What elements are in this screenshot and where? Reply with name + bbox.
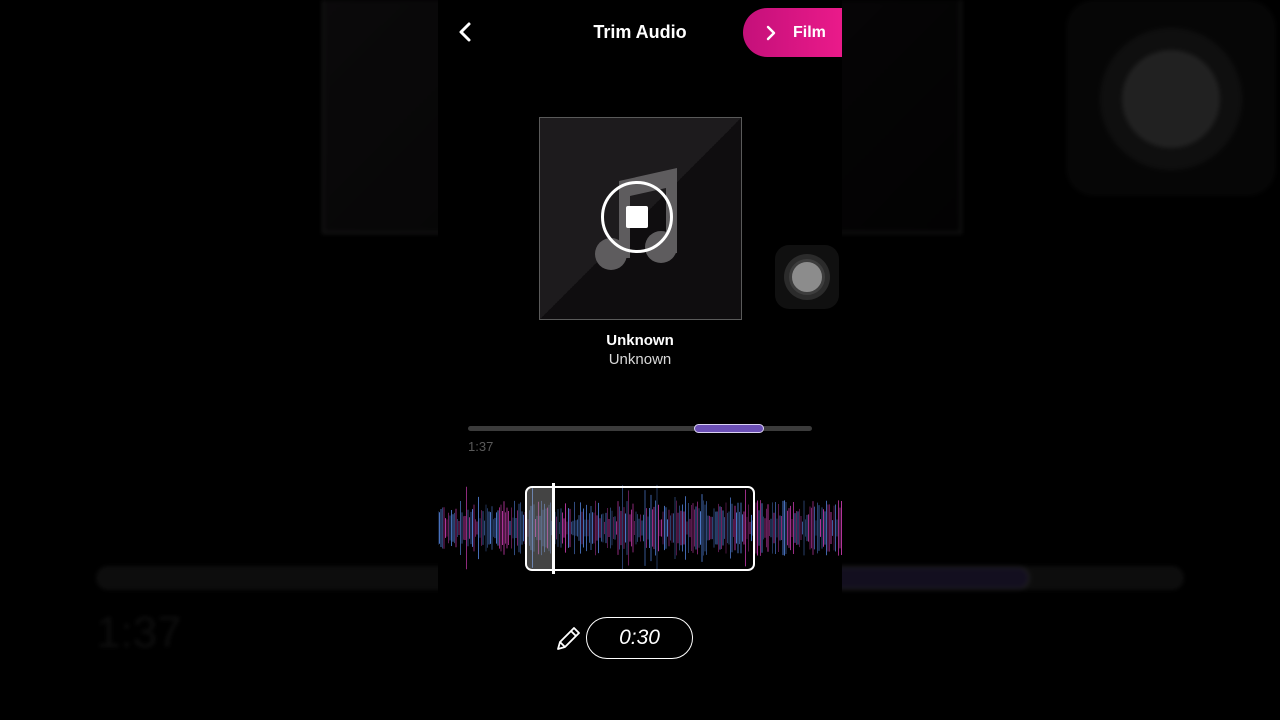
song-artist: Unknown xyxy=(608,351,672,368)
pencil-icon xyxy=(557,627,580,650)
trim-selection-box[interactable] xyxy=(525,486,755,571)
scrubber-window[interactable] xyxy=(694,424,764,433)
background-time-label: 1:37 xyxy=(96,608,182,657)
screen: 1:37 Trim Audio Film Unknown Unknown 1:3… xyxy=(0,0,1280,720)
assistive-touch-button[interactable] xyxy=(775,245,839,309)
playhead[interactable] xyxy=(552,483,555,574)
background-scrub-window xyxy=(830,566,1030,590)
background-assistive-touch-core xyxy=(1122,50,1220,148)
film-button-label: Film xyxy=(793,23,826,41)
stop-button[interactable] xyxy=(601,181,673,253)
film-button[interactable]: Film xyxy=(743,8,842,57)
stop-icon xyxy=(626,206,648,228)
song-title: Unknown xyxy=(606,332,674,349)
chevron-right-icon xyxy=(766,25,776,40)
assistive-touch-core xyxy=(789,259,825,295)
duration-field[interactable]: 0:30 xyxy=(586,617,693,659)
edit-duration-button[interactable] xyxy=(554,625,582,653)
scrubber-time-label: 1:37 xyxy=(468,439,494,454)
trim-audio-screen: Trim Audio Film Unknown Unknown 1:37 0:3… xyxy=(438,0,842,720)
